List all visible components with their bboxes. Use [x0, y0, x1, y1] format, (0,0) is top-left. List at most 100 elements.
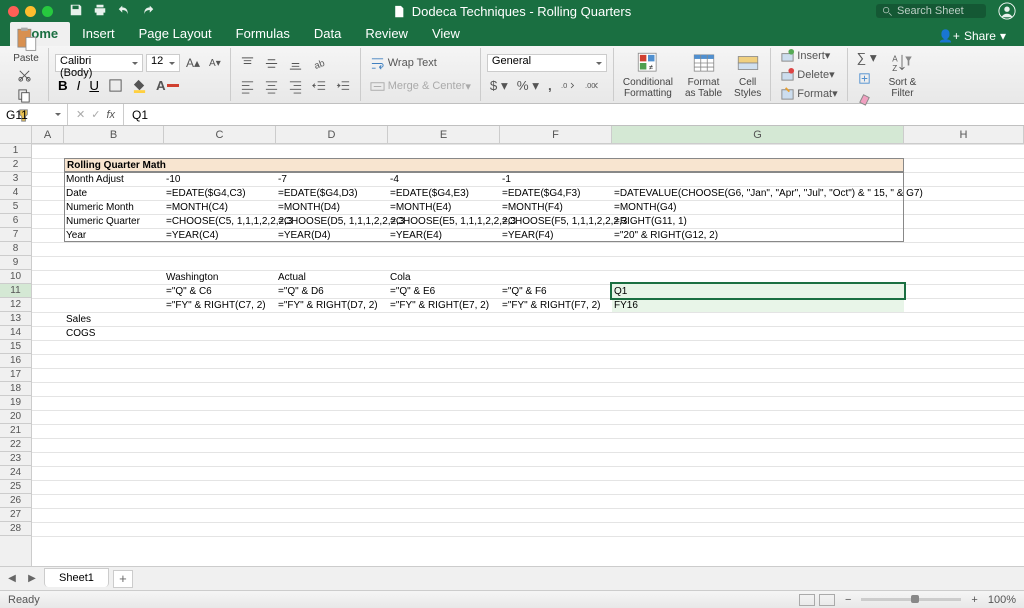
- merge-center-button[interactable]: Merge & Center ▾: [367, 77, 474, 96]
- tab-review[interactable]: Review: [353, 22, 420, 46]
- wrap-text-button[interactable]: Wrap Text: [367, 54, 440, 73]
- cell-F4[interactable]: =EDATE($G4,F3): [500, 186, 612, 200]
- cut-button[interactable]: [14, 66, 42, 85]
- tab-page-layout[interactable]: Page Layout: [127, 22, 224, 46]
- cell-B13[interactable]: Sales: [64, 312, 164, 326]
- cell-E3[interactable]: -4: [388, 172, 500, 186]
- zoom-slider[interactable]: [861, 598, 961, 601]
- tab-formulas[interactable]: Formulas: [224, 22, 302, 46]
- cell-D3[interactable]: -7: [276, 172, 388, 186]
- cell-E6[interactable]: =CHOOSE(E5, 1,1,1,2,2,2,3: [388, 214, 500, 228]
- currency-icon[interactable]: $ ▾: [487, 76, 511, 96]
- align-center-icon[interactable]: [261, 77, 282, 96]
- row-header-8[interactable]: 8: [0, 242, 31, 256]
- cell-C3[interactable]: -10: [164, 172, 276, 186]
- row-header-24[interactable]: 24: [0, 466, 31, 480]
- decrease-indent-icon[interactable]: [309, 77, 330, 96]
- add-sheet-button[interactable]: +: [113, 570, 133, 588]
- tab-data[interactable]: Data: [302, 22, 353, 46]
- cell-F6[interactable]: =CHOOSE(F5, 1,1,1,2,2,2,3: [500, 214, 612, 228]
- cell-E7[interactable]: =YEAR(E4): [388, 228, 500, 242]
- fill-icon[interactable]: [854, 69, 880, 88]
- fx-icon[interactable]: fx: [106, 109, 115, 121]
- format-cells-button[interactable]: Format ▾: [777, 84, 840, 103]
- name-box[interactable]: G11: [0, 104, 68, 125]
- cell-D7[interactable]: =YEAR(D4): [276, 228, 388, 242]
- cell-C12[interactable]: ="FY" & RIGHT(C7, 2): [164, 298, 276, 312]
- save-icon[interactable]: [69, 3, 83, 20]
- zoom-percent[interactable]: 100%: [988, 594, 1016, 606]
- tab-view[interactable]: View: [420, 22, 472, 46]
- row-header-9[interactable]: 9: [0, 256, 31, 270]
- row-header-16[interactable]: 16: [0, 354, 31, 368]
- user-account-icon[interactable]: [998, 2, 1016, 20]
- column-header-F[interactable]: F: [500, 126, 612, 143]
- cell-F3[interactable]: -1: [500, 172, 612, 186]
- align-bottom-icon[interactable]: [285, 54, 306, 73]
- format-as-table-button[interactable]: Format as Table: [682, 48, 725, 101]
- comma-icon[interactable]: ,: [545, 76, 555, 95]
- cell-B3[interactable]: Month Adjust: [64, 172, 164, 186]
- share-button[interactable]: 👤+ Share ▾: [928, 26, 1016, 46]
- row-header-13[interactable]: 13: [0, 312, 31, 326]
- print-icon[interactable]: [93, 3, 107, 20]
- column-header-A[interactable]: A: [32, 126, 64, 143]
- row-header-27[interactable]: 27: [0, 508, 31, 522]
- row-header-3[interactable]: 3: [0, 172, 31, 186]
- zoom-out-icon[interactable]: −: [845, 594, 851, 606]
- cell-C7[interactable]: =YEAR(C4): [164, 228, 276, 242]
- confirm-formula-icon[interactable]: ✓: [91, 108, 100, 121]
- cell-D4[interactable]: =EDATE($G4,D3): [276, 186, 388, 200]
- cell-E4[interactable]: =EDATE($G4,E3): [388, 186, 500, 200]
- row-header-22[interactable]: 22: [0, 438, 31, 452]
- copy-button[interactable]: [14, 86, 42, 105]
- cell-C5[interactable]: =MONTH(C4): [164, 200, 276, 214]
- autosum-icon[interactable]: ∑ ▾: [854, 48, 880, 68]
- row-header-14[interactable]: 14: [0, 326, 31, 340]
- fill-color-button[interactable]: [129, 76, 150, 95]
- cell-F5[interactable]: =MONTH(F4): [500, 200, 612, 214]
- border-button[interactable]: [105, 76, 126, 95]
- formula-input[interactable]: Q1: [124, 108, 1024, 122]
- maximize-window-icon[interactable]: [42, 6, 53, 17]
- align-left-icon[interactable]: [237, 77, 258, 96]
- cell-E12[interactable]: ="FY" & RIGHT(E7, 2): [388, 298, 500, 312]
- row-header-1[interactable]: 1: [0, 144, 31, 158]
- orientation-icon[interactable]: ab: [309, 54, 330, 73]
- sheet-nav-left-icon[interactable]: ◀: [4, 573, 20, 584]
- cell-G12[interactable]: FY16: [612, 298, 904, 312]
- close-window-icon[interactable]: [8, 6, 19, 17]
- increase-font-icon[interactable]: A▴: [183, 54, 203, 72]
- increase-decimal-icon[interactable]: .0: [558, 76, 579, 95]
- cell-B2-merged[interactable]: Rolling Quarter Math: [64, 158, 904, 172]
- align-top-icon[interactable]: [237, 54, 258, 73]
- cell-D5[interactable]: =MONTH(D4): [276, 200, 388, 214]
- row-header-7[interactable]: 7: [0, 228, 31, 242]
- row-header-18[interactable]: 18: [0, 382, 31, 396]
- cell-G4[interactable]: =DATEVALUE(CHOOSE(G6, "Jan", "Apr", "Jul…: [612, 186, 904, 200]
- tab-insert[interactable]: Insert: [70, 22, 127, 46]
- number-format-select[interactable]: General: [487, 54, 607, 72]
- decrease-decimal-icon[interactable]: .00: [582, 76, 603, 95]
- cell-B5[interactable]: Numeric Month: [64, 200, 164, 214]
- cell-B4[interactable]: Date: [64, 186, 164, 200]
- view-mode-buttons[interactable]: [799, 594, 835, 606]
- zoom-in-icon[interactable]: +: [971, 594, 977, 606]
- sheet-tab-active[interactable]: Sheet1: [44, 568, 109, 587]
- column-header-G[interactable]: G: [612, 126, 904, 143]
- percent-icon[interactable]: % ▾: [514, 76, 542, 96]
- decrease-font-icon[interactable]: A▾: [206, 56, 224, 71]
- cancel-formula-icon[interactable]: ✕: [76, 108, 85, 121]
- column-header-D[interactable]: D: [276, 126, 388, 143]
- cells-area[interactable]: Rolling Quarter MathMonth Adjust-10-7-4-…: [32, 144, 1024, 566]
- undo-icon[interactable]: [117, 3, 131, 20]
- cell-B6[interactable]: Numeric Quarter: [64, 214, 164, 228]
- cell-C4[interactable]: =EDATE($G4,C3): [164, 186, 276, 200]
- row-header-2[interactable]: 2: [0, 158, 31, 172]
- column-header-B[interactable]: B: [64, 126, 164, 143]
- font-name-select[interactable]: Calibri (Body): [55, 54, 143, 72]
- row-header-23[interactable]: 23: [0, 452, 31, 466]
- row-header-19[interactable]: 19: [0, 396, 31, 410]
- cell-G5[interactable]: =MONTH(G4): [612, 200, 904, 214]
- row-header-15[interactable]: 15: [0, 340, 31, 354]
